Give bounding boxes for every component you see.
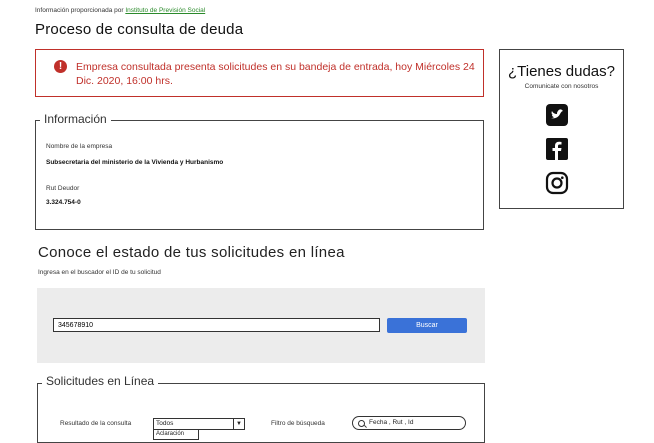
data-source-credit: Información proporcionada por Instituto … [35,7,205,14]
help-title: ¿Tienes dudas? [507,63,615,80]
credit-link[interactable]: Instituto de Previsión Social [125,7,205,14]
chevron-down-icon[interactable]: ▼ [233,419,244,429]
result-select[interactable]: Todos ▼ [153,418,245,430]
search-filter-input[interactable]: Fecha , Rut , Id [352,416,466,430]
exclamation-icon: ! [54,60,67,73]
info-panel: Información Nombre de la empresa Subsecr… [35,112,484,230]
info-legend: Información [40,112,111,126]
result-option[interactable]: Aclaración [153,430,199,440]
requests-panel: Solicitudes en Línea Resultado de la con… [37,374,485,443]
search-button[interactable]: Buscar [387,318,467,333]
company-value: Subsecretaria del ministerio de la Vivie… [46,159,224,166]
rut-label: Rut Deudor [46,185,80,192]
rut-value: 3.324.754-0 [46,199,81,206]
help-subtitle: Comunicate con nosotros [524,83,599,90]
help-panel: ¿Tienes dudas? Comunicate con nosotros [499,49,624,209]
company-label: Nombre de la empresa [46,143,113,150]
credit-prefix: Información proporcionada por [35,7,124,14]
alert-text: Empresa consultada presenta solicitudes … [76,61,475,87]
request-id-input[interactable] [53,318,380,332]
instagram-icon[interactable] [545,171,569,195]
status-section-title: Conoce el estado de tus solicitudes en l… [38,244,345,261]
search-panel: Buscar [37,288,485,363]
result-filter-label: Resultado de la consulta [60,420,132,427]
result-select-value: Todos [156,420,174,427]
page-title: Proceso de consulta de deuda [35,21,244,38]
requests-legend: Solicitudes en Línea [42,374,159,388]
status-section-subtitle: Ingresa en el buscador el ID de tu solic… [38,269,161,276]
facebook-icon[interactable] [545,137,569,161]
twitter-icon[interactable] [545,103,569,127]
search-filter-placeholder: Fecha , Rut , Id [369,419,414,426]
search-icon [358,420,365,427]
alert-banner: ! Empresa consultada presenta solicitude… [35,49,484,97]
search-filter-label: Filtro de búsqueda [271,420,325,427]
